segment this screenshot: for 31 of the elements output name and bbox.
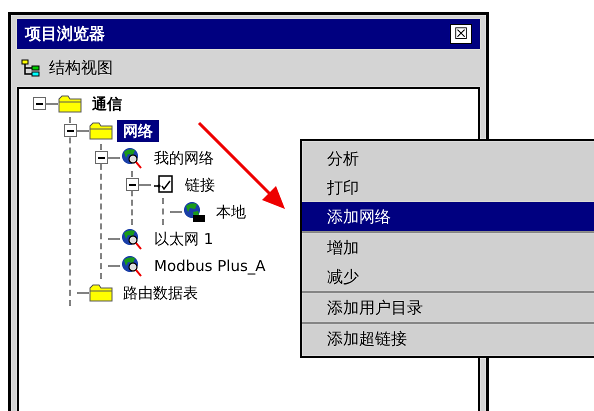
menu-item[interactable]: 添加超链接	[302, 324, 594, 353]
globe-magnifier-icon	[121, 254, 143, 276]
globe-magnifier-icon	[121, 146, 143, 168]
globe-magnifier-icon	[121, 228, 143, 250]
collapse-toggle[interactable]	[95, 151, 108, 164]
globe-computer-icon	[183, 200, 205, 222]
menu-item[interactable]: 分析	[302, 144, 594, 173]
menu-item[interactable]: 减少	[302, 262, 594, 291]
folder-icon	[89, 284, 113, 302]
tree-item[interactable]: Modbus Plus_A	[148, 254, 272, 276]
menu-item[interactable]: 添加用户目录	[302, 293, 594, 322]
collapse-toggle[interactable]	[126, 178, 139, 191]
tree-structure-icon	[21, 59, 41, 77]
tree-item[interactable]: 本地	[210, 200, 252, 222]
close-button[interactable]: ☒	[450, 24, 472, 44]
tree-item[interactable]: 通信	[86, 92, 128, 114]
tree-item[interactable]: 我的网络	[148, 146, 220, 168]
tree-item[interactable]: 链接	[179, 174, 221, 196]
menu-item[interactable]: 打印	[302, 173, 594, 202]
tree-item[interactable]: 以太网 1	[148, 228, 220, 250]
checked-document-icon	[153, 174, 173, 194]
collapse-toggle[interactable]	[33, 97, 46, 110]
tree-item[interactable]: 网络	[117, 120, 159, 142]
folder-icon	[89, 122, 113, 140]
folder-icon	[58, 94, 82, 112]
menu-item[interactable]: 添加网络	[302, 202, 594, 231]
collapse-toggle[interactable]	[64, 124, 77, 137]
menu-item[interactable]: 增加	[302, 233, 594, 262]
structure-view-label[interactable]: 结构视图	[49, 56, 113, 80]
tree-item[interactable]: 路由数据表	[117, 282, 204, 304]
window-title: 项目浏览器	[25, 23, 105, 45]
